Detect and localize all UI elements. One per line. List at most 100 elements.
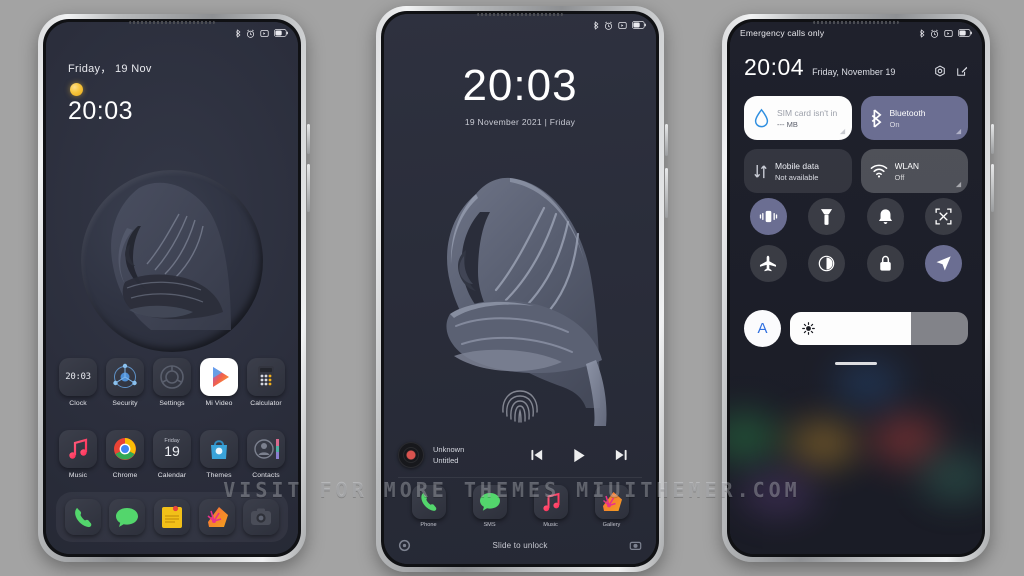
tile-sim-data[interactable]: SIM card isn't in --- MB xyxy=(744,96,852,140)
tile-title: WLAN xyxy=(894,160,920,171)
lock-shortcut-music[interactable]: Music xyxy=(531,485,571,528)
tile-wlan[interactable]: WLAN Off xyxy=(860,149,968,193)
widget-time: 20:03 xyxy=(68,97,134,125)
phone-home-screen: Friday， 19 Nov 20:03 20:03 Clock Securit… xyxy=(38,14,310,562)
track-title: Unknown xyxy=(433,444,465,454)
toggle-rotation-lock[interactable] xyxy=(866,245,904,282)
app-clock[interactable]: 20:03 Clock xyxy=(59,358,97,407)
volume-button[interactable] xyxy=(991,164,994,212)
power-button[interactable] xyxy=(665,124,668,156)
dock-gallery[interactable] xyxy=(198,499,235,535)
dock-messages[interactable] xyxy=(109,499,146,535)
volume-button[interactable] xyxy=(665,168,668,218)
power-button[interactable] xyxy=(991,124,994,154)
lock-shortcut-gallery[interactable]: Gallery xyxy=(592,485,632,528)
shortcut-label: Music xyxy=(543,522,558,528)
app-grid-row-1: 20:03 Clock Security Settings Mi Video C… xyxy=(46,358,298,407)
gallery-icon xyxy=(594,485,629,519)
toggle-airplane-mode[interactable] xyxy=(749,245,787,282)
home-screen-display: Friday， 19 Nov 20:03 20:03 Clock Securit… xyxy=(46,22,298,554)
status-bar-carrier: Emergency calls only xyxy=(740,28,825,38)
app-chrome[interactable]: Chrome xyxy=(106,430,144,479)
ringer-bell-icon xyxy=(878,209,892,224)
fingerprint-icon[interactable] xyxy=(499,386,541,432)
app-music[interactable]: Music xyxy=(59,430,97,479)
dnd-icon xyxy=(260,29,269,37)
lock-shortcut-phone[interactable]: Phone xyxy=(409,485,449,528)
settings-icon xyxy=(153,358,191,396)
expand-corner-icon[interactable] xyxy=(955,181,962,188)
toggle-vibrate[interactable] xyxy=(749,198,787,235)
home-indicator[interactable] xyxy=(835,362,877,365)
app-security[interactable]: Security xyxy=(106,358,144,407)
lock-date: 19 November 2021 | Friday xyxy=(464,117,576,127)
app-label: Security xyxy=(112,400,138,407)
app-mi-video[interactable]: Mi Video xyxy=(200,358,238,407)
shortcut-label: Phone xyxy=(420,522,437,528)
flashlight-icon xyxy=(821,208,833,225)
expand-corner-icon[interactable] xyxy=(955,128,962,135)
toggle-location[interactable] xyxy=(925,245,963,282)
sun-icon xyxy=(70,83,83,96)
bluetooth-icon xyxy=(593,20,599,30)
play-icon[interactable] xyxy=(572,448,586,463)
calculator-icon xyxy=(247,358,285,396)
app-label: Mi Video xyxy=(205,400,233,407)
app-calculator[interactable]: Calculator xyxy=(247,358,285,407)
app-themes[interactable]: Themes xyxy=(200,430,238,479)
airplane-mode-icon xyxy=(760,255,777,272)
phone-icon xyxy=(74,508,91,528)
calendar-day-number: 19 xyxy=(164,443,180,460)
app-calendar[interactable]: Friday 19 Calendar xyxy=(153,430,191,479)
tile-subtitle: On xyxy=(889,119,900,129)
earpiece-speaker xyxy=(129,21,215,24)
volume-button[interactable] xyxy=(307,164,310,212)
skip-next-icon[interactable] xyxy=(614,449,628,461)
lock-bottom-bar: Slide to unlock xyxy=(398,539,642,552)
expand-corner-icon[interactable] xyxy=(839,128,846,135)
clock-weather-widget[interactable]: Friday， 19 Nov 20:03 xyxy=(68,60,152,126)
dock-phone[interactable] xyxy=(64,499,101,535)
status-bar-icons xyxy=(593,20,646,30)
app-contacts[interactable]: Contacts xyxy=(247,430,285,479)
power-button[interactable] xyxy=(307,124,310,154)
tile-title: SIM card isn't in xyxy=(777,107,838,118)
camera-icon[interactable] xyxy=(629,539,642,552)
skip-previous-icon[interactable] xyxy=(530,449,544,461)
app-label: Calendar xyxy=(157,472,187,479)
brightness-row: A xyxy=(744,310,968,347)
quick-setting-tiles: SIM card isn't in --- MB Bluetooth On Mo… xyxy=(744,96,968,193)
toggle-flashlight[interactable] xyxy=(808,198,846,235)
vinyl-record-icon[interactable] xyxy=(398,442,424,468)
lock-music-player: Unknown Untitled xyxy=(398,442,642,478)
mobile-data-icon xyxy=(754,164,767,178)
bluetooth-icon xyxy=(871,108,882,128)
brightness-slider[interactable] xyxy=(790,312,968,345)
toggle-screenshot[interactable] xyxy=(925,198,963,235)
vibrate-icon xyxy=(759,210,777,223)
sms-icon xyxy=(472,485,507,519)
toggle-ringer[interactable] xyxy=(866,198,904,235)
chrome-icon xyxy=(106,430,144,468)
sms-icon xyxy=(116,508,139,527)
app-label: Calculator xyxy=(250,400,282,407)
settings-gear-icon[interactable] xyxy=(398,539,411,552)
tile-mobile-data[interactable]: Mobile data Not available xyxy=(744,149,852,193)
lock-shortcut-sms[interactable]: SMS xyxy=(470,485,510,528)
wifi-icon xyxy=(870,164,887,178)
notes-icon xyxy=(161,505,182,528)
settings-hex-icon[interactable] xyxy=(934,65,946,77)
auto-brightness-button[interactable]: A xyxy=(744,310,781,347)
music-icon xyxy=(533,485,568,519)
edit-icon[interactable] xyxy=(956,65,968,77)
control-center-header: 20:04 Friday, November 19 xyxy=(744,56,968,79)
dock-camera[interactable] xyxy=(243,499,280,535)
tile-title: Mobile data xyxy=(775,160,819,171)
toggle-dark-mode[interactable] xyxy=(808,245,846,282)
tile-bluetooth[interactable]: Bluetooth On xyxy=(860,96,968,140)
screenshot-icon xyxy=(935,208,952,225)
hijab-silhouette-icon xyxy=(111,182,231,330)
dock-notes[interactable] xyxy=(153,499,190,535)
app-settings[interactable]: Settings xyxy=(153,358,191,407)
dnd-icon xyxy=(618,21,627,29)
